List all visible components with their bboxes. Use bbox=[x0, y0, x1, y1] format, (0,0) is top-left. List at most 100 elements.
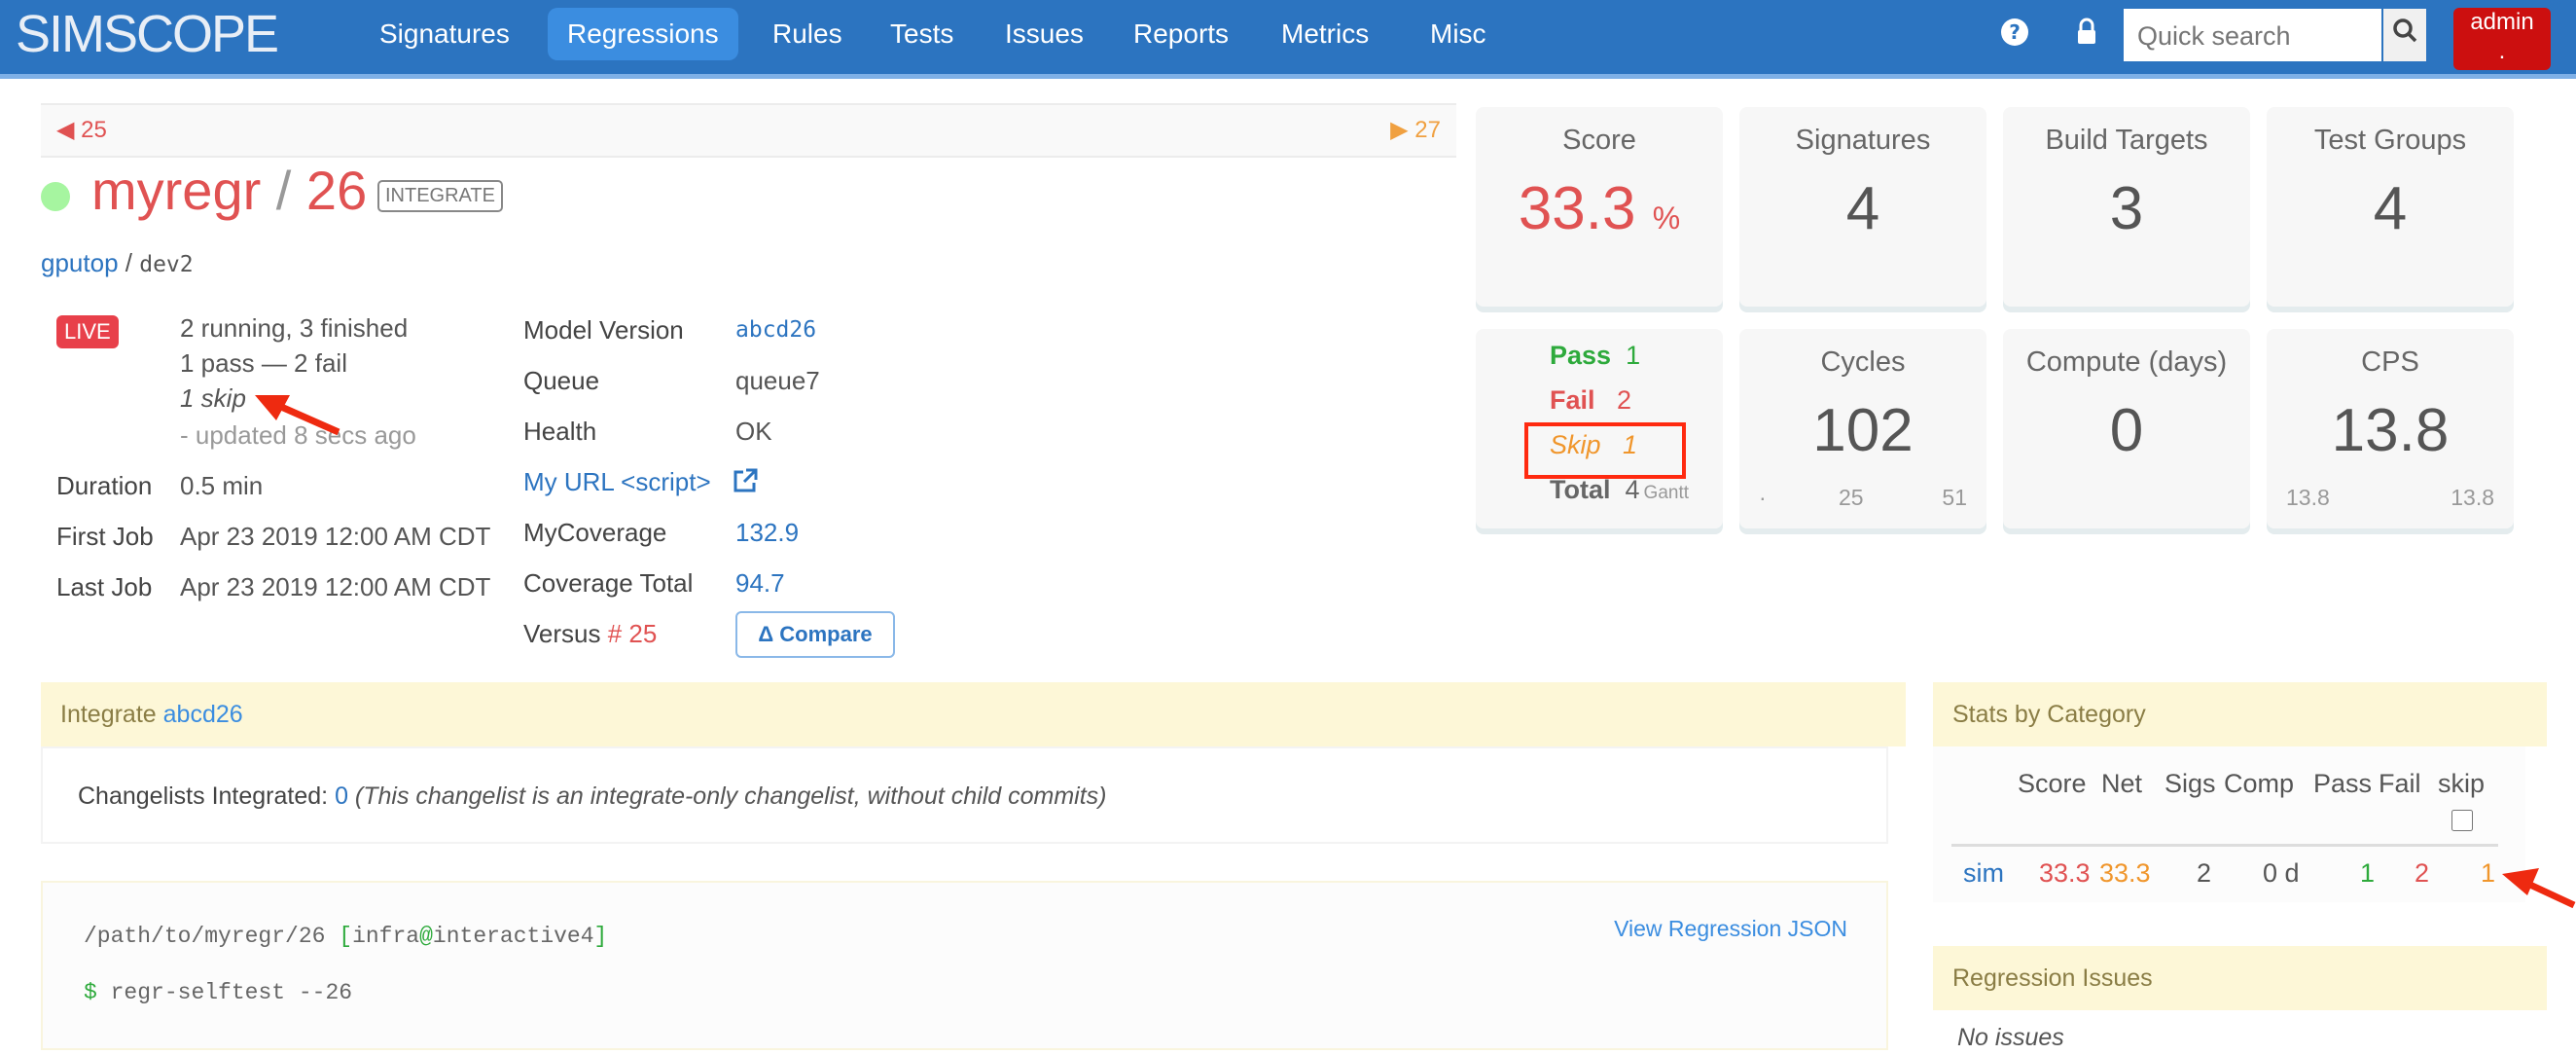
my-url-link[interactable]: My URL <script> bbox=[523, 467, 711, 497]
top-navbar: SIMSCOPE Signatures Regressions Rules Te… bbox=[0, 0, 2576, 79]
stats-panel-header: Stats by Category bbox=[1933, 682, 2547, 746]
project-link[interactable]: gputop bbox=[41, 248, 119, 277]
caret-right-icon: ▶ bbox=[1390, 117, 1409, 143]
score-value: 33.3 % bbox=[1518, 175, 1681, 242]
last-job-value: Apr 23 2019 12:00 AM CDT bbox=[180, 572, 491, 601]
help-icon[interactable]: ? bbox=[2000, 18, 2029, 54]
gantt-link[interactable]: Gantt bbox=[1644, 483, 1689, 503]
col-skip[interactable]: skip bbox=[2438, 769, 2485, 799]
build-targets-value: 3 bbox=[2109, 175, 2144, 242]
last-job-label: Last Job bbox=[56, 572, 153, 601]
search-input[interactable] bbox=[2124, 9, 2387, 63]
type-badge: INTEGRATE bbox=[377, 180, 503, 212]
integrate-panel-header: Integrate abcd26 bbox=[41, 682, 1906, 746]
compute-card: Compute (days) 0 bbox=[2003, 329, 2250, 528]
first-job-value: Apr 23 2019 12:00 AM CDT bbox=[180, 522, 491, 551]
skip-toggle-checkbox[interactable] bbox=[2451, 810, 2473, 831]
nav-reports[interactable]: Reports bbox=[1114, 8, 1248, 60]
compare-button[interactable]: Δ Compare bbox=[735, 611, 895, 658]
category-link[interactable]: sim bbox=[1963, 858, 2004, 889]
build-targets-card[interactable]: Build Targets 3 bbox=[2003, 107, 2250, 307]
cycles-value: 102 bbox=[1812, 397, 1914, 464]
versus-link[interactable]: # 25 bbox=[608, 619, 658, 648]
regression-name: myregr bbox=[91, 160, 262, 221]
col-fail[interactable]: Fail bbox=[2379, 769, 2421, 799]
cps-card: CPS 13.8 13.8 13.8 bbox=[2267, 329, 2514, 528]
regression-number: 26 bbox=[305, 160, 368, 221]
caret-left-icon: ◀ bbox=[56, 117, 75, 143]
duration-label: Duration bbox=[56, 471, 153, 500]
quick-search[interactable] bbox=[2124, 9, 2387, 63]
regression-command: $ regr-selftest --26 bbox=[84, 980, 353, 1005]
model-version-label: Model Version bbox=[523, 315, 684, 345]
view-json-link[interactable]: View Regression JSON bbox=[1614, 916, 1847, 942]
status-indicator bbox=[41, 182, 70, 211]
nav-signatures[interactable]: Signatures bbox=[360, 8, 529, 60]
fail-row[interactable]: Fail 2 bbox=[1550, 385, 1631, 416]
pass-row[interactable]: Pass 1 bbox=[1550, 341, 1640, 371]
col-net[interactable]: Net bbox=[2101, 769, 2142, 799]
external-link-icon[interactable] bbox=[732, 467, 759, 494]
score-card: Score 33.3 % bbox=[1476, 107, 1723, 307]
svg-text:?: ? bbox=[2009, 20, 2021, 44]
mycoverage-label: MyCoverage bbox=[523, 518, 667, 547]
mycoverage-value[interactable]: 132.9 bbox=[735, 518, 799, 548]
issues-panel-header: Regression Issues bbox=[1933, 946, 2547, 1010]
skip-summary: 1 skip bbox=[180, 383, 246, 413]
changelist-count-link[interactable]: 0 bbox=[335, 782, 348, 810]
queue-label: Queue bbox=[523, 366, 600, 395]
test-groups-card[interactable]: Test Groups 4 bbox=[2267, 107, 2514, 307]
nav-regressions[interactable]: Regressions bbox=[548, 8, 738, 60]
col-pass[interactable]: Pass bbox=[2313, 769, 2372, 799]
pass-fail-summary: 1 pass — 2 fail bbox=[180, 348, 347, 378]
brand-logo[interactable]: SIMSCOPE bbox=[16, 4, 279, 64]
annotation-arrow-icon bbox=[255, 395, 340, 436]
regression-console: /path/to/myregr/26 [infra@interactive4] … bbox=[41, 881, 1888, 1050]
health-label: Health bbox=[523, 417, 597, 446]
nav-misc[interactable]: Misc bbox=[1411, 8, 1506, 60]
col-sigs[interactable]: Sigs bbox=[2165, 769, 2216, 799]
user-menu-button[interactable]: admin . bbox=[2453, 8, 2551, 70]
integrate-changelist-link[interactable]: abcd26 bbox=[163, 701, 243, 728]
nav-rules[interactable]: Rules bbox=[753, 8, 862, 60]
model-version-link[interactable]: abcd26 bbox=[735, 317, 816, 343]
total-row: Total 4 Gantt bbox=[1550, 475, 1690, 504]
running-status: 2 running, 3 finished bbox=[180, 313, 409, 343]
search-button[interactable] bbox=[2383, 9, 2426, 61]
next-regression-link[interactable]: ▶ 27 bbox=[1390, 105, 1441, 156]
health-value: OK bbox=[735, 417, 772, 446]
nav-issues[interactable]: Issues bbox=[985, 8, 1103, 60]
issues-empty-text: No issues bbox=[1957, 1024, 2064, 1051]
nav-tests[interactable]: Tests bbox=[871, 8, 973, 60]
coverage-total-label: Coverage Total bbox=[523, 568, 694, 598]
skip-highlight-annotation bbox=[1524, 422, 1686, 479]
queue-value: queue7 bbox=[735, 366, 820, 395]
integrate-panel-body: Changelists Integrated: 0 (This changeli… bbox=[41, 746, 1888, 844]
search-icon bbox=[2393, 18, 2417, 43]
annotation-arrow-icon bbox=[2502, 868, 2576, 909]
col-comp[interactable]: Comp bbox=[2224, 769, 2294, 799]
table-divider bbox=[1951, 844, 2498, 847]
test-groups-value: 4 bbox=[2373, 175, 2408, 242]
breadcrumb: gputop / dev2 bbox=[41, 248, 194, 277]
lock-icon[interactable] bbox=[2076, 18, 2097, 54]
branch-name: dev2 bbox=[139, 252, 194, 277]
coverage-total-value[interactable]: 94.7 bbox=[735, 568, 785, 599]
duration-value: 0.5 min bbox=[180, 471, 264, 500]
signatures-value: 4 bbox=[1845, 175, 1880, 242]
prev-regression-link[interactable]: ◀ 25 bbox=[56, 105, 107, 156]
cycles-card: Cycles 102 · 25 51 bbox=[1739, 329, 1986, 528]
regression-pager: ◀ 25 ▶ 27 bbox=[41, 103, 1456, 158]
first-job-label: First Job bbox=[56, 522, 154, 551]
page-title: myregr / 26 bbox=[91, 160, 368, 221]
compute-value: 0 bbox=[2109, 397, 2144, 464]
versus-label: Versus # 25 bbox=[523, 619, 658, 648]
signatures-card[interactable]: Signatures 4 bbox=[1739, 107, 1986, 307]
cps-value: 13.8 bbox=[2331, 397, 2450, 464]
user-sub: . bbox=[2498, 38, 2506, 64]
nav-metrics[interactable]: Metrics bbox=[1262, 8, 1388, 60]
live-badge: LIVE bbox=[56, 315, 119, 348]
user-name: admin bbox=[2470, 9, 2534, 35]
regression-path: /path/to/myregr/26 [infra@interactive4] bbox=[84, 924, 608, 949]
col-score[interactable]: Score bbox=[2018, 769, 2087, 799]
